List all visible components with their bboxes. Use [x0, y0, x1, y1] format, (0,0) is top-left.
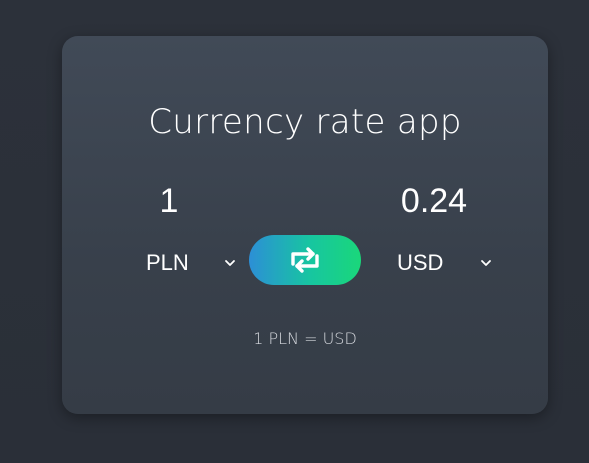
chevron-down-icon	[225, 260, 235, 266]
from-currency-label: PLN	[146, 250, 189, 275]
swap-currencies-button[interactable]	[249, 235, 361, 285]
converter-card: Currency rate app PLN USD 1 PLN = USD	[62, 36, 548, 414]
from-amount-input[interactable]	[139, 181, 199, 221]
app-title: Currency rate app	[148, 102, 462, 142]
to-amount-input[interactable]	[374, 181, 494, 221]
chevron-down-icon	[481, 260, 491, 266]
to-currency-label: USD	[397, 250, 444, 275]
to-currency-select[interactable]: USD	[392, 241, 502, 285]
exchange-rate-text: 1 PLN = USD	[253, 329, 357, 348]
from-currency-select[interactable]: PLN	[140, 241, 244, 285]
swap-arrows-icon	[291, 247, 319, 273]
